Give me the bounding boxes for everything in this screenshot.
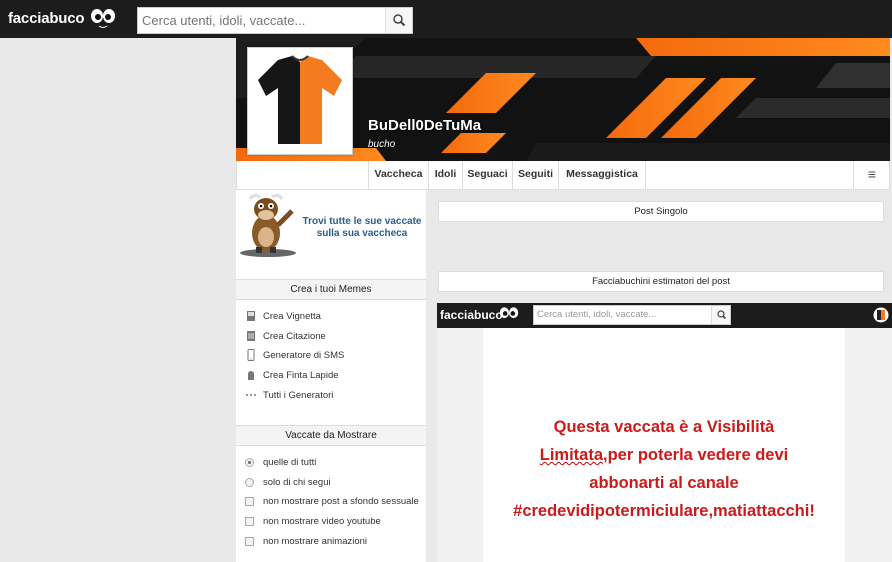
- menu-label: Generatore di SMS: [263, 350, 345, 361]
- dots-icon: [246, 394, 256, 397]
- check-no-youtube[interactable]: non mostrare video youtube: [245, 515, 381, 529]
- message-line: abbonarti al canale: [589, 474, 739, 492]
- post-image[interactable]: facciabuco Cerca utenti, idoli, vaccate.…: [437, 303, 892, 562]
- search-input[interactable]: [138, 8, 386, 33]
- menu-crea-citazione[interactable]: Crea Citazione: [245, 330, 326, 344]
- radio-button[interactable]: [245, 457, 254, 467]
- restricted-post-card: Questa vaccata è a Visibilità Limitata,p…: [483, 328, 845, 562]
- message-text: ,per poterla vedere devi: [603, 446, 789, 464]
- tab-messaggistica[interactable]: Messaggistica: [558, 161, 646, 189]
- memes-section-title: Crea i tuoi Memes: [236, 279, 426, 300]
- menu-label: Crea Vignetta: [263, 311, 321, 322]
- vignetta-icon: [247, 311, 255, 322]
- search-button[interactable]: [385, 8, 412, 33]
- tab-idoli[interactable]: Idoli: [428, 161, 462, 189]
- tab-vaccheca[interactable]: Vaccheca: [368, 161, 428, 189]
- checkbox[interactable]: [245, 496, 254, 506]
- checkbox[interactable]: [245, 516, 254, 526]
- menu-crea-finta-lapide[interactable]: Crea Finta Lapide: [245, 369, 339, 383]
- magnifier-icon: [717, 310, 727, 320]
- eyes-logo-icon: [499, 307, 519, 319]
- message-hashtag: #credevidipotermiciulare,matiattacchi!: [513, 502, 815, 520]
- post-single-header: Post Singolo: [438, 201, 884, 222]
- vaccheca-promo[interactable]: Trovi tutte le sue vaccate sulla sua vac…: [236, 190, 426, 270]
- menu-label: Tutti i Generatori: [263, 390, 334, 401]
- menu-label: Crea Citazione: [263, 331, 326, 342]
- tab-seguiti[interactable]: Seguiti: [512, 161, 558, 189]
- filter-section-title: Vaccate da Mostrare: [236, 425, 426, 446]
- embedded-search-placeholder: Cerca utenti, idoli, vaccate...: [537, 309, 657, 320]
- check-no-animazioni[interactable]: non mostrare animazioni: [245, 535, 367, 549]
- option-label: non mostrare post a sfondo sessuale: [263, 496, 419, 507]
- menu-crea-vignetta[interactable]: Crea Vignetta: [245, 310, 321, 324]
- check-no-sessuale[interactable]: non mostrare post a sfondo sessuale: [245, 495, 419, 509]
- embedded-search: Cerca utenti, idoli, vaccate...: [533, 305, 731, 325]
- radio-quelle-di-tutti[interactable]: quelle di tutti: [245, 456, 316, 470]
- user-avatar-icon: [873, 307, 889, 323]
- menu-generatore-sms[interactable]: Generatore di SMS: [245, 349, 344, 363]
- magnifier-icon: [393, 14, 406, 27]
- site-logo[interactable]: facciabuco: [8, 10, 85, 27]
- citazione-icon: [247, 331, 255, 342]
- left-sidebar: Trovi tutte le sue vaccate sulla sua vac…: [236, 190, 426, 562]
- embedded-search-button: [711, 306, 730, 324]
- eyes-logo-icon: [91, 9, 115, 28]
- embedded-logo: facciabuco: [440, 308, 503, 322]
- hamburger-menu-icon[interactable]: ≡: [853, 161, 890, 190]
- radio-button[interactable]: [245, 477, 254, 487]
- option-label: non mostrare animazioni: [263, 536, 368, 547]
- tab-seguaci[interactable]: Seguaci: [462, 161, 512, 189]
- message-line: Questa vaccata è a Visibilità: [553, 418, 775, 436]
- phone-icon: [247, 349, 255, 362]
- message-underlined-word: Limitata: [539, 446, 603, 464]
- radio-solo-di-chi-segui[interactable]: solo di chi segui: [245, 476, 331, 490]
- top-bar: facciabuco: [0, 0, 892, 38]
- menu-tutti-generatori[interactable]: Tutti i Generatori: [245, 389, 333, 403]
- cow-mascot-icon: [240, 193, 296, 257]
- tshirt-icon: [258, 55, 342, 144]
- checkbox[interactable]: [245, 536, 254, 546]
- estimators-header[interactable]: Facciabuchini estimatori del post: [438, 271, 884, 292]
- option-label: solo di chi segui: [263, 477, 331, 488]
- tombstone-icon: [248, 371, 254, 381]
- menu-label: Crea Finta Lapide: [263, 370, 339, 381]
- profile-avatar[interactable]: [247, 47, 353, 155]
- profile-subtitle: bucho: [368, 139, 396, 150]
- option-label: quelle di tutti: [263, 457, 317, 468]
- embedded-top-bar: facciabuco Cerca utenti, idoli, vaccate.…: [437, 303, 892, 328]
- profile-nav: Vaccheca Idoli Seguaci Seguiti Messaggis…: [236, 161, 890, 190]
- option-label: non mostrare video youtube: [263, 516, 381, 527]
- promo-text[interactable]: Trovi tutte le sue vaccate sulla sua vac…: [298, 216, 426, 240]
- search-box: [137, 7, 413, 34]
- restricted-message: Questa vaccata è a Visibilità Limitata,p…: [483, 413, 845, 525]
- profile-username: BuDell0DeTuMa: [368, 117, 482, 134]
- message-line: Limitata,per poterla vedere devi: [483, 441, 845, 469]
